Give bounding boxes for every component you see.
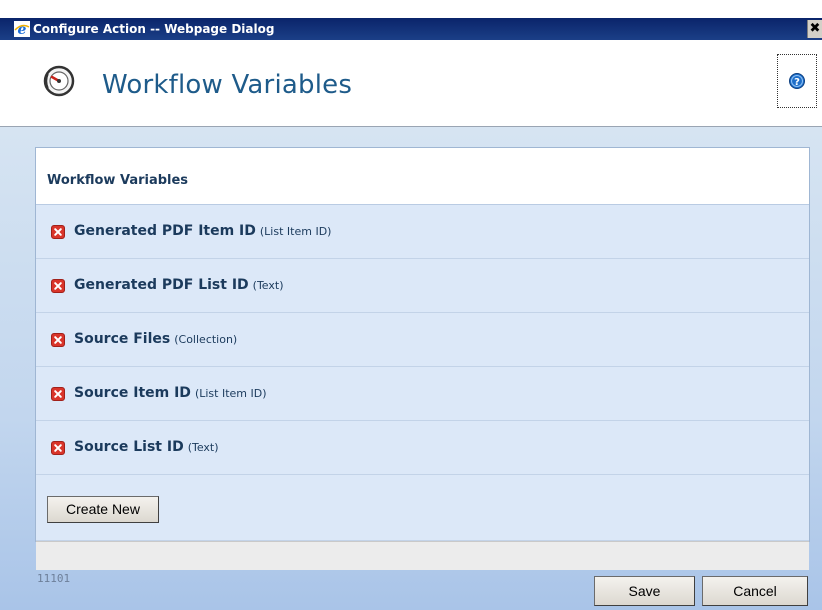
delete-icon[interactable] xyxy=(51,333,65,347)
cancel-button[interactable]: Cancel xyxy=(702,576,808,606)
variables-panel: Workflow Variables Generated PDF Item ID… xyxy=(35,147,810,570)
delete-icon[interactable] xyxy=(51,225,65,239)
dial-icon xyxy=(42,64,76,98)
delete-icon[interactable] xyxy=(51,279,65,293)
ie-icon: e xyxy=(14,21,30,38)
help-icon: ? xyxy=(789,73,805,89)
svg-text:?: ? xyxy=(794,77,800,88)
variable-type: (List Item ID) xyxy=(194,387,267,400)
variable-row: Generated PDF Item ID (List Item ID) xyxy=(36,205,809,259)
dialog-window: e Configure Action -- Webpage Dialog ✖ W… xyxy=(0,0,822,610)
save-button[interactable]: Save xyxy=(594,576,695,606)
variable-row: Source Files (Collection) xyxy=(36,313,809,367)
variable-type: (Collection) xyxy=(174,333,238,346)
panel-heading: Workflow Variables xyxy=(47,173,189,188)
variable-type: (Text) xyxy=(252,279,284,292)
dialog-body: Workflow Variables Generated PDF Item ID… xyxy=(0,127,822,610)
panel-header: Workflow Variables xyxy=(36,148,809,205)
delete-icon[interactable] xyxy=(51,441,65,455)
variable-type: (List Item ID) xyxy=(259,225,332,238)
variable-row: Source List ID (Text) xyxy=(36,421,809,475)
page-header: Workflow Variables ? xyxy=(0,40,822,127)
create-row: Create New xyxy=(36,479,809,541)
delete-icon[interactable] xyxy=(51,387,65,401)
variable-name: Generated PDF Item ID (List Item ID) xyxy=(74,223,332,239)
window-title: Configure Action -- Webpage Dialog xyxy=(33,22,275,36)
close-button[interactable]: ✖ xyxy=(807,20,822,38)
panel-footer xyxy=(36,541,809,570)
variable-row: Generated PDF List ID (Text) xyxy=(36,259,809,313)
close-icon: ✖ xyxy=(809,21,821,36)
variable-name: Source List ID (Text) xyxy=(74,439,219,455)
variable-name: Source Item ID (List Item ID) xyxy=(74,385,267,401)
variable-name: Generated PDF List ID (Text) xyxy=(74,277,284,293)
create-new-button[interactable]: Create New xyxy=(47,496,159,523)
page-title: Workflow Variables xyxy=(102,70,353,100)
variable-row: Source Item ID (List Item ID) xyxy=(36,367,809,421)
help-button[interactable]: ? xyxy=(777,54,817,108)
footer-code: 11101 xyxy=(37,572,71,585)
title-bar: e Configure Action -- Webpage Dialog ✖ xyxy=(0,18,822,40)
variable-name: Source Files (Collection) xyxy=(74,331,238,347)
variable-type: (Text) xyxy=(187,441,219,454)
svg-text:e: e xyxy=(18,22,27,37)
